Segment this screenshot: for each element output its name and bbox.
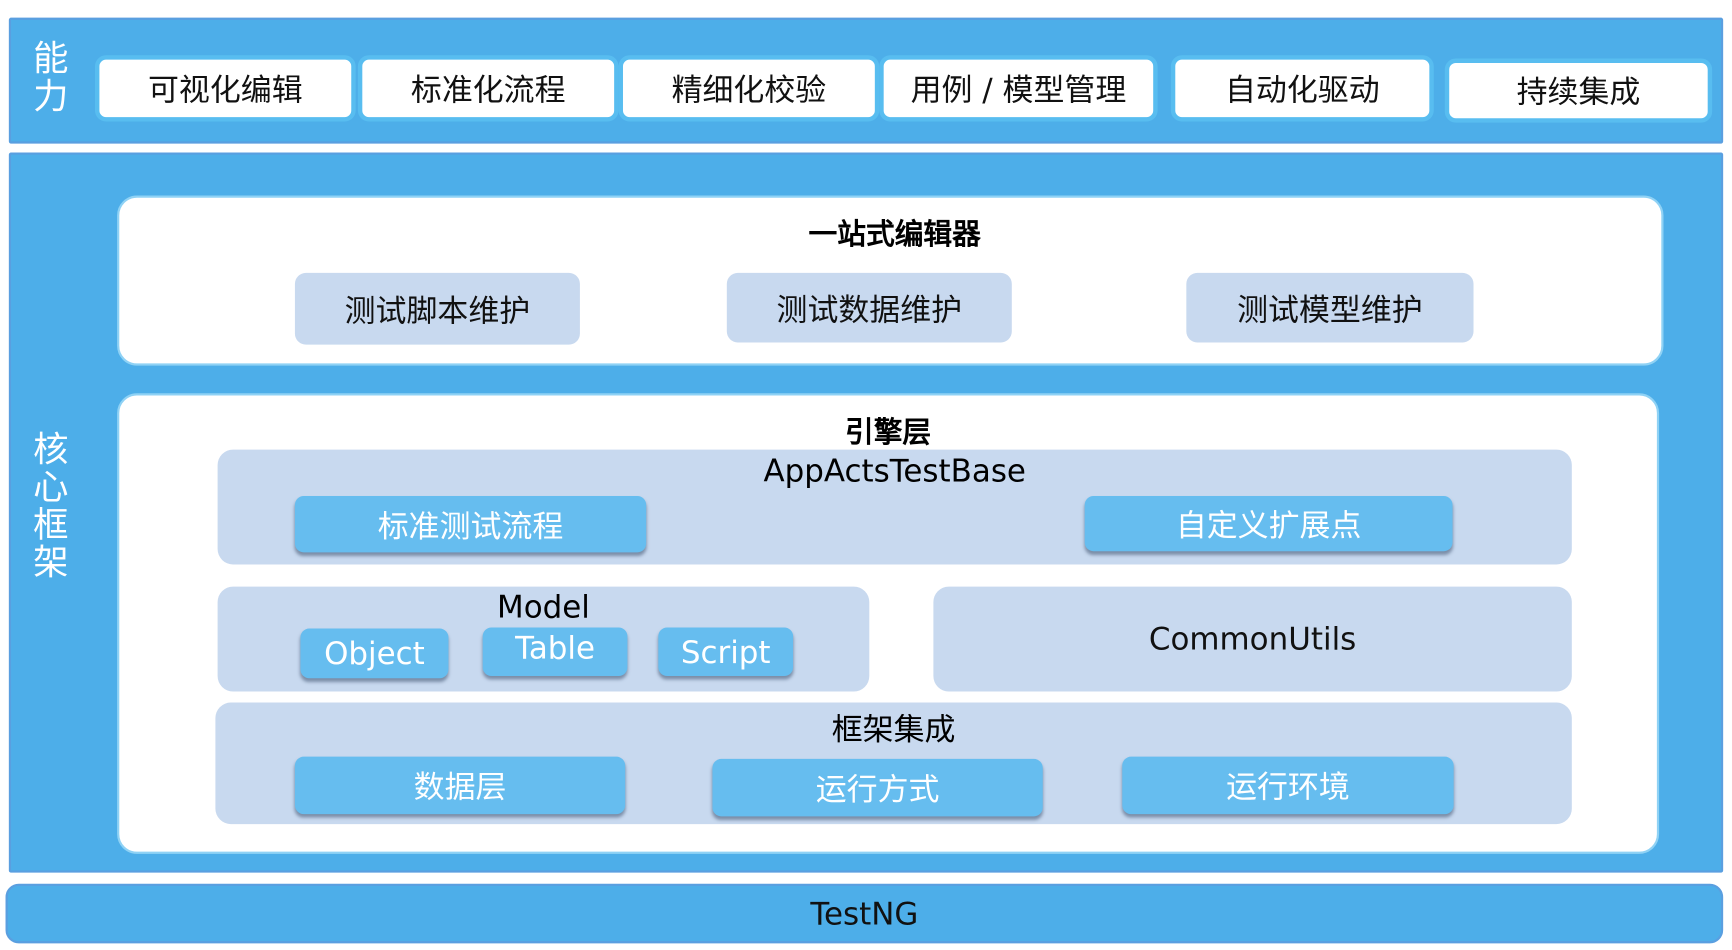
model-object: Object xyxy=(300,628,449,679)
appacts-testbase-title: AppActsTestBase xyxy=(763,452,1026,490)
model-table: Table xyxy=(482,627,628,677)
engine-title: 引擎层 xyxy=(844,416,932,450)
framework-integration-title: 框架集成 xyxy=(831,711,956,748)
standard-test-flow: 标准测试流程 xyxy=(294,495,647,553)
capability-label: 能力 xyxy=(33,37,69,118)
commonutils-box: CommonUtils xyxy=(933,586,1572,692)
custom-extension-point: 自定义扩展点 xyxy=(1084,495,1453,552)
editor-item: 测试数据维护 xyxy=(726,272,1012,343)
core-framework-label: 核心框架 xyxy=(33,428,69,584)
integration-run-env: 运行环境 xyxy=(1122,756,1454,815)
model-title: Model xyxy=(497,588,590,626)
capability-item: 精细化校验 xyxy=(618,55,880,122)
testng-band: TestNG xyxy=(5,883,1724,944)
capability-item: 用例 / 模型管理 xyxy=(879,55,1158,122)
editor-item: 测试模型维护 xyxy=(1186,272,1474,343)
editor-title: 一站式编辑器 xyxy=(808,218,981,252)
integration-data-layer: 数据层 xyxy=(294,756,626,815)
capability-item: 持续集成 xyxy=(1444,58,1713,123)
integration-run-mode: 运行方式 xyxy=(712,758,1043,817)
capability-item: 自动化驱动 xyxy=(1170,55,1434,122)
editor-item: 测试脚本维护 xyxy=(294,272,580,345)
capability-item: 可视化编辑 xyxy=(94,55,356,122)
architecture-diagram: 能力 可视化编辑 标准化流程 精细化校验 用例 / 模型管理 自动化驱动 持续集… xyxy=(0,0,1732,950)
model-script: Script xyxy=(658,627,794,677)
capability-item: 标准化流程 xyxy=(357,55,619,122)
